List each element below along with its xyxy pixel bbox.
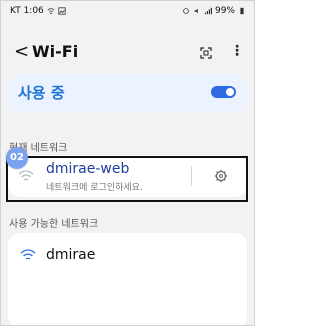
status-right: 99% — [182, 6, 246, 16]
alarm-icon — [183, 8, 189, 14]
network-list-item[interactable]: dmirae — [8, 233, 247, 277]
status-time: KT 1:06 — [10, 6, 44, 16]
switch-knob — [226, 88, 234, 96]
available-networks-label: 사용 가능한 네트워크 — [9, 219, 99, 230]
mute-icon — [194, 8, 198, 14]
wifi-status-icon — [47, 8, 55, 15]
wifi-toggle-card[interactable]: 사용 중 — [8, 74, 247, 112]
wifi-toggle-label: 사용 중 — [18, 84, 65, 102]
qr-scan-icon[interactable] — [200, 47, 212, 59]
wifi-switch[interactable] — [211, 86, 236, 98]
phone-frame: KT 1:06 99% < Wi-Fi ⋮ 사용 중 현재 네트워크 dmira… — [0, 0, 255, 326]
available-network-name: dmirae — [46, 247, 96, 263]
highlight-box — [6, 156, 248, 202]
status-bar: KT 1:06 99% — [1, 1, 254, 23]
step-badge: 02 — [6, 147, 28, 169]
available-networks-card: dmirae — [8, 233, 247, 325]
app-header: < Wi-Fi ⋮ — [1, 39, 254, 69]
back-icon[interactable]: < — [14, 41, 29, 62]
signal-icon — [204, 7, 212, 15]
status-left: KT 1:06 — [10, 6, 66, 16]
wifi-signal-icon — [20, 249, 36, 260]
more-options-icon[interactable]: ⋮ — [230, 43, 244, 59]
gallery-status-icon — [58, 7, 66, 15]
battery-percent: 99% — [214, 6, 235, 16]
page-title: Wi-Fi — [32, 42, 79, 61]
battery-icon — [240, 7, 244, 15]
